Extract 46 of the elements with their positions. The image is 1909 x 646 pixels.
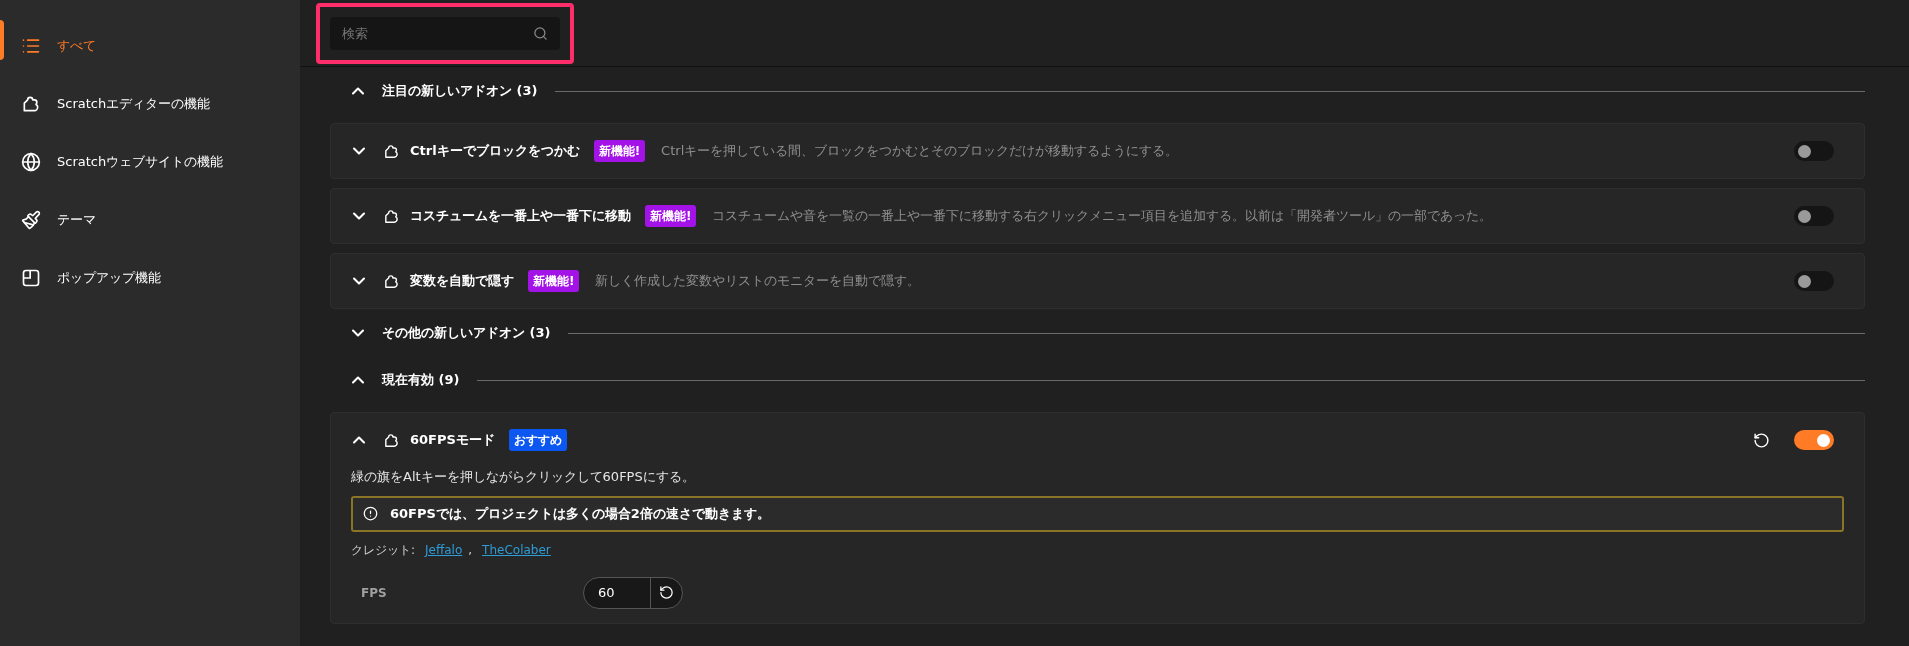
list-icon <box>21 36 41 56</box>
puzzle-icon <box>383 431 400 449</box>
paintbrush-icon <box>21 210 41 230</box>
sidebar-item[interactable]: すべて <box>0 17 300 75</box>
puzzle-icon <box>383 272 400 290</box>
credit-link[interactable]: TheColaber <box>482 540 551 559</box>
addon-name: 変数を自動で隠す <box>410 272 514 291</box>
info-icon <box>363 506 378 521</box>
section-title: 現在有効 (9) <box>382 371 460 390</box>
addon-name: コスチュームを一番上や一番下に移動 <box>410 207 631 226</box>
search-field[interactable]: 検索 <box>330 16 560 50</box>
addon-name: Ctrlキーでブロックをつかむ <box>410 142 580 161</box>
addon-badge: 新機能! <box>528 270 580 292</box>
popup-window-icon <box>21 268 41 288</box>
section-title: 注目の新しいアドオン (3) <box>382 82 538 101</box>
reset-icon[interactable] <box>659 585 674 600</box>
toggle-switch[interactable] <box>1794 271 1834 291</box>
addon-description: Ctrlキーを押している間、ブロックをつかむとそのブロックだけが移動するようにする。 <box>661 142 1179 161</box>
puzzle-icon <box>21 94 41 114</box>
section-title: その他の新しいアドオン (3) <box>382 324 551 343</box>
credit-link[interactable]: Jeffalo <box>425 540 463 559</box>
setting-label: FPS <box>361 584 388 602</box>
search-icon <box>533 25 548 41</box>
puzzle-icon <box>383 142 400 160</box>
toggle-switch[interactable] <box>1794 141 1834 161</box>
input-value: 60 <box>597 583 616 602</box>
notice-text: 60FPSでは、プロジェクトは多くの場合2倍の速さで動きます。 <box>390 504 770 523</box>
sidebar-item[interactable]: Scratchウェブサイトの機能 <box>0 133 300 191</box>
puzzle-icon <box>383 207 400 225</box>
toggle-switch[interactable] <box>1794 430 1834 450</box>
separator: , <box>468 541 473 559</box>
number-input[interactable]: 60 <box>583 576 683 609</box>
sidebar-item[interactable]: ポップアップ機能 <box>0 249 300 307</box>
sidebar-item[interactable]: Scratchエディターの機能 <box>0 75 300 133</box>
globe-icon <box>21 152 41 172</box>
toggle-switch[interactable] <box>1794 206 1834 226</box>
sidebar-item[interactable]: テーマ <box>0 191 300 249</box>
credits-label: クレジット: <box>351 541 416 559</box>
addon-badge: おすすめ <box>508 429 567 451</box>
addon-badge: 新機能! <box>645 205 697 227</box>
addon-badge: 新機能! <box>593 140 646 162</box>
selection-indicator <box>0 20 4 60</box>
addon-description: 新しく作成した変数やリストのモニターを自動で隠す。 <box>595 272 921 291</box>
addon-description: 緑の旗をAltキーを押しながらクリックして60FPSにする。 <box>351 468 696 486</box>
reset-icon[interactable] <box>1753 431 1770 449</box>
addon-name: 60FPSモード <box>410 431 495 450</box>
